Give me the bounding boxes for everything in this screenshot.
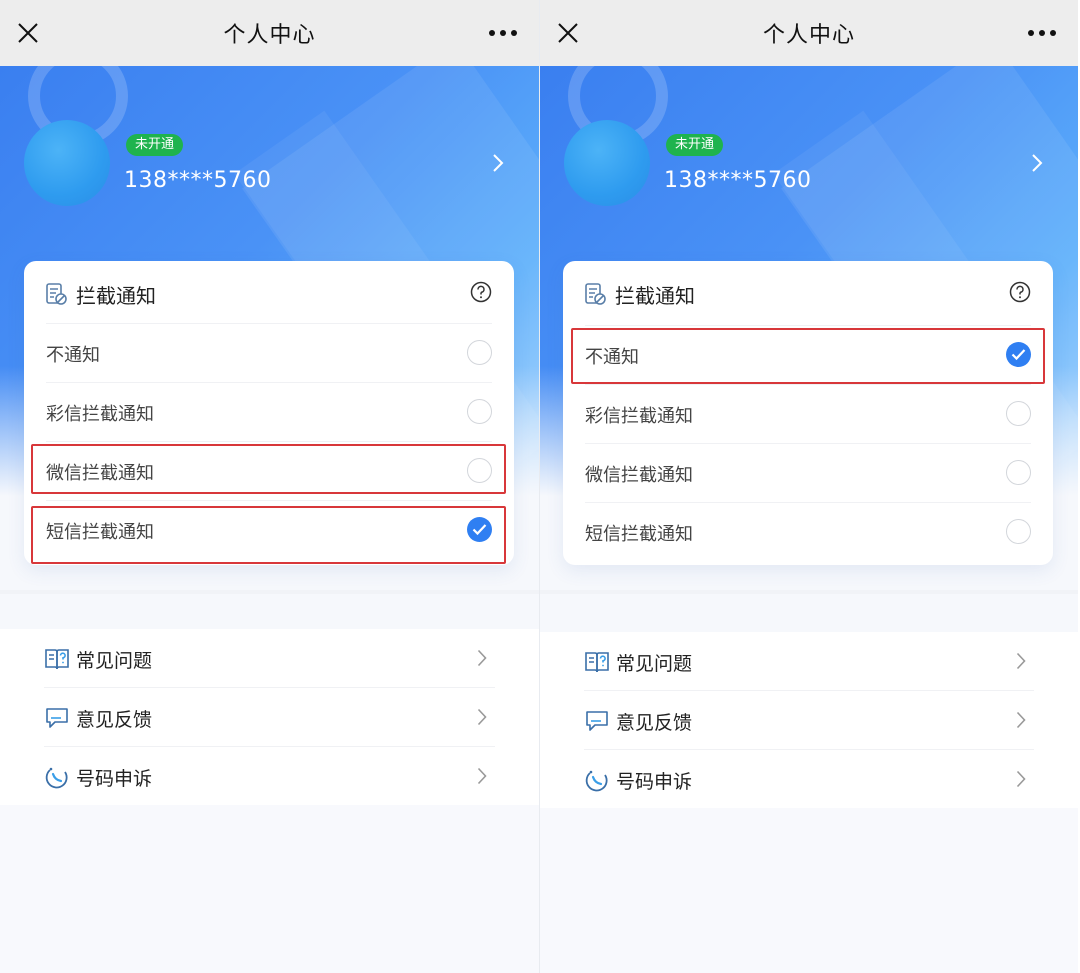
screen-left: 个人中心 未开通 138****5760 拦截通知 不通知 彩信拦截通知 微信拦… [0, 0, 539, 973]
radio-unchecked[interactable] [1006, 460, 1031, 485]
chevron-right-icon[interactable] [1030, 152, 1044, 174]
option-sms-notify[interactable]: 短信拦截通知 [563, 502, 1053, 561]
menu-label: 号码申诉 [616, 771, 693, 793]
document-block-icon [46, 283, 67, 305]
menu-label: 常见问题 [616, 653, 693, 675]
divider [585, 443, 1031, 444]
option-wechat-notify[interactable]: 微信拦截通知 [24, 441, 514, 500]
divider [585, 384, 1031, 385]
menu-item-feedback[interactable]: 意见反馈 [0, 688, 539, 747]
screens-container: 个人中心 未开通 138****5760 拦截通知 不通知 彩信拦截通知 微信拦… [0, 0, 1080, 973]
screen-right: 个人中心 未开通 138****5760 拦截通知 不通知 彩信拦截通知 微信拦… [539, 0, 1078, 973]
notification-card: 拦截通知 不通知 彩信拦截通知 微信拦截通知 短信拦截通知 [24, 261, 514, 565]
book-question-icon [585, 652, 609, 673]
card-header: 拦截通知 [563, 261, 1053, 323]
card-header: 拦截通知 [24, 261, 514, 323]
option-wechat-notify[interactable]: 微信拦截通知 [563, 443, 1053, 502]
chevron-right-icon [477, 708, 487, 726]
menu-label: 意见反馈 [616, 712, 693, 734]
section-separator [540, 590, 1078, 594]
chevron-right-icon [1016, 711, 1026, 729]
option-label: 微信拦截通知 [585, 465, 693, 486]
radio-unchecked[interactable] [467, 340, 492, 365]
chevron-right-icon[interactable] [491, 152, 505, 174]
card-title: 拦截通知 [76, 284, 156, 308]
phone-appeal-icon [585, 770, 608, 792]
card-title: 拦截通知 [615, 284, 695, 308]
status-badge: 未开通 [666, 134, 724, 156]
avatar[interactable] [24, 120, 110, 206]
notification-card: 拦截通知 不通知 彩信拦截通知 微信拦截通知 短信拦截通知 [563, 261, 1053, 565]
chevron-right-icon [477, 767, 487, 785]
radio-unchecked[interactable] [1006, 401, 1031, 426]
divider [585, 502, 1031, 503]
menu-item-appeal[interactable]: 号码申诉 [0, 747, 539, 806]
option-no-notify[interactable]: 不通知 [563, 325, 1053, 384]
option-label: 短信拦截通知 [585, 524, 693, 545]
phone-appeal-icon [45, 767, 68, 789]
close-icon[interactable] [556, 21, 580, 45]
empty-area [540, 808, 1078, 973]
section-separator [0, 590, 539, 594]
menu-label: 意见反馈 [76, 709, 153, 731]
radio-unchecked[interactable] [1006, 519, 1031, 544]
chevron-right-icon [1016, 770, 1026, 788]
option-sms-notify[interactable]: 短信拦截通知 [24, 500, 514, 559]
menu-label: 号码申诉 [76, 768, 153, 790]
divider [585, 325, 1031, 326]
divider [46, 323, 492, 324]
option-label: 不通知 [585, 347, 639, 368]
option-label: 彩信拦截通知 [585, 406, 693, 427]
option-label: 短信拦截通知 [46, 522, 154, 543]
phone-number: 138****5760 [124, 168, 272, 193]
help-icon[interactable] [470, 281, 492, 303]
more-icon[interactable] [489, 30, 517, 36]
option-label: 彩信拦截通知 [46, 404, 154, 425]
divider [46, 382, 492, 383]
nav-bar: 个人中心 [0, 0, 539, 66]
radio-checked[interactable] [467, 517, 492, 542]
phone-number: 138****5760 [664, 168, 812, 193]
chevron-right-icon [1016, 652, 1026, 670]
avatar[interactable] [564, 120, 650, 206]
check-icon [472, 524, 487, 536]
help-icon[interactable] [1009, 281, 1031, 303]
menu-item-feedback[interactable]: 意见反馈 [540, 691, 1078, 750]
menu-label: 常见问题 [76, 650, 153, 672]
radio-checked[interactable] [1006, 342, 1031, 367]
menu-item-faq[interactable]: 常见问题 [0, 629, 539, 688]
option-mms-notify[interactable]: 彩信拦截通知 [563, 384, 1053, 443]
empty-area [0, 805, 539, 973]
close-icon[interactable] [16, 21, 40, 45]
book-question-icon [45, 649, 69, 670]
option-label: 不通知 [46, 345, 100, 366]
radio-unchecked[interactable] [467, 399, 492, 424]
nav-bar: 个人中心 [540, 0, 1078, 66]
more-icon[interactable] [1028, 30, 1056, 36]
page-title: 个人中心 [223, 23, 316, 48]
check-icon [1011, 349, 1026, 361]
page-title: 个人中心 [762, 23, 855, 48]
divider [46, 500, 492, 501]
option-mms-notify[interactable]: 彩信拦截通知 [24, 382, 514, 441]
status-badge: 未开通 [126, 134, 184, 156]
menu-item-faq[interactable]: 常见问题 [540, 632, 1078, 691]
chat-bubble-icon [586, 711, 608, 731]
document-block-icon [585, 283, 606, 305]
option-label: 微信拦截通知 [46, 463, 154, 484]
option-no-notify[interactable]: 不通知 [24, 323, 514, 382]
chat-bubble-icon [46, 708, 68, 728]
menu-item-appeal[interactable]: 号码申诉 [540, 750, 1078, 809]
divider [46, 441, 492, 442]
radio-unchecked[interactable] [467, 458, 492, 483]
chevron-right-icon [477, 649, 487, 667]
menu-list: 常见问题 意见反馈 号码申诉 [0, 629, 539, 805]
menu-list: 常见问题 意见反馈 号码申诉 [540, 632, 1078, 808]
